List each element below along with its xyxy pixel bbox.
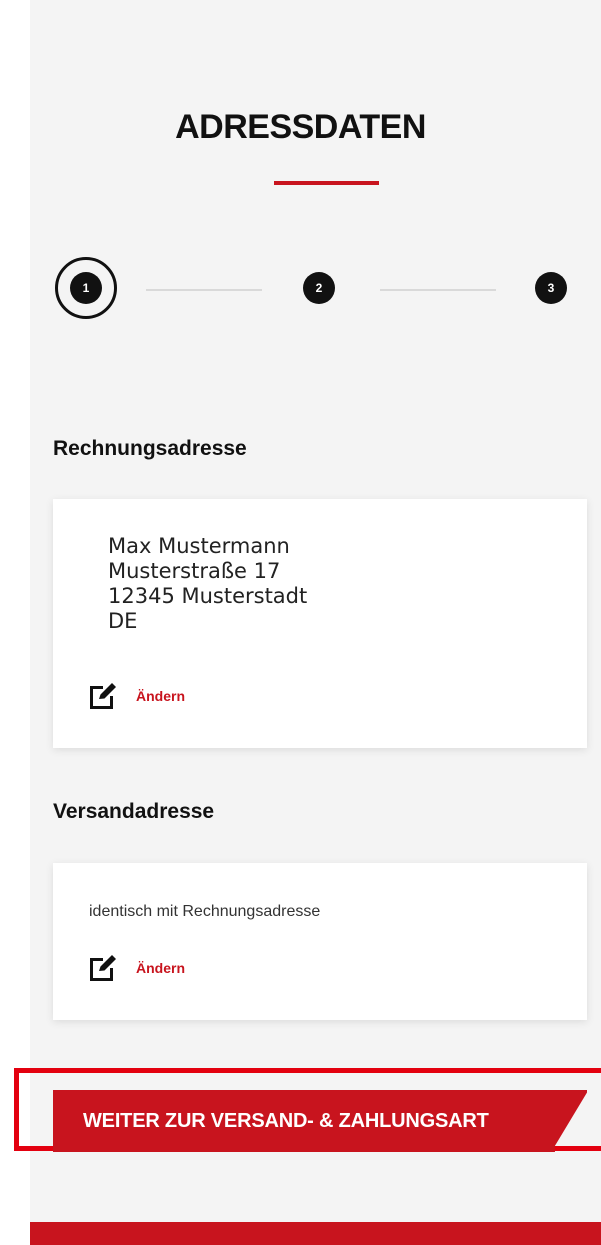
billing-address-name: Max Mustermann (108, 534, 290, 558)
step-connector-2 (380, 289, 496, 291)
billing-address-city: 12345 Musterstadt (108, 584, 308, 608)
step-2-number: 2 (303, 272, 335, 304)
shipping-heading: Versandadresse (53, 800, 215, 823)
page-title: ADRESSDATEN (175, 108, 426, 146)
billing-address-country: DE (108, 609, 138, 633)
billing-address-card: Max Mustermann Musterstraße 17 12345 Mus… (53, 499, 587, 748)
billing-address-street: Musterstraße 17 (108, 559, 281, 583)
footer-bar (30, 1222, 601, 1245)
step-1-number: 1 (70, 272, 102, 304)
step-2: 2 (303, 272, 335, 304)
title-underline (274, 181, 379, 185)
change-shipping-label: Ändern (136, 960, 185, 976)
continue-to-shipping-payment-button[interactable]: WEITER ZUR VERSAND- & ZAHLUNGSART (53, 1090, 587, 1152)
billing-heading: Rechnungsadresse (53, 437, 247, 460)
step-3: 3 (535, 272, 567, 304)
shipping-address-card: identisch mit Rechnungsadresse Ändern (53, 863, 587, 1020)
change-billing-label: Ändern (136, 688, 185, 704)
step-3-number: 3 (535, 272, 567, 304)
step-1-current: 1 (55, 257, 117, 319)
step-connector-1 (146, 289, 262, 291)
change-shipping-address-button[interactable]: Ändern (87, 952, 185, 984)
shipping-same-as-billing-text: identisch mit Rechnungsadresse (89, 903, 321, 920)
edit-icon (87, 680, 119, 712)
billing-address: Max Mustermann Musterstraße 17 12345 Mus… (108, 534, 307, 634)
change-billing-address-button[interactable]: Ändern (87, 680, 185, 712)
edit-icon (87, 952, 119, 984)
